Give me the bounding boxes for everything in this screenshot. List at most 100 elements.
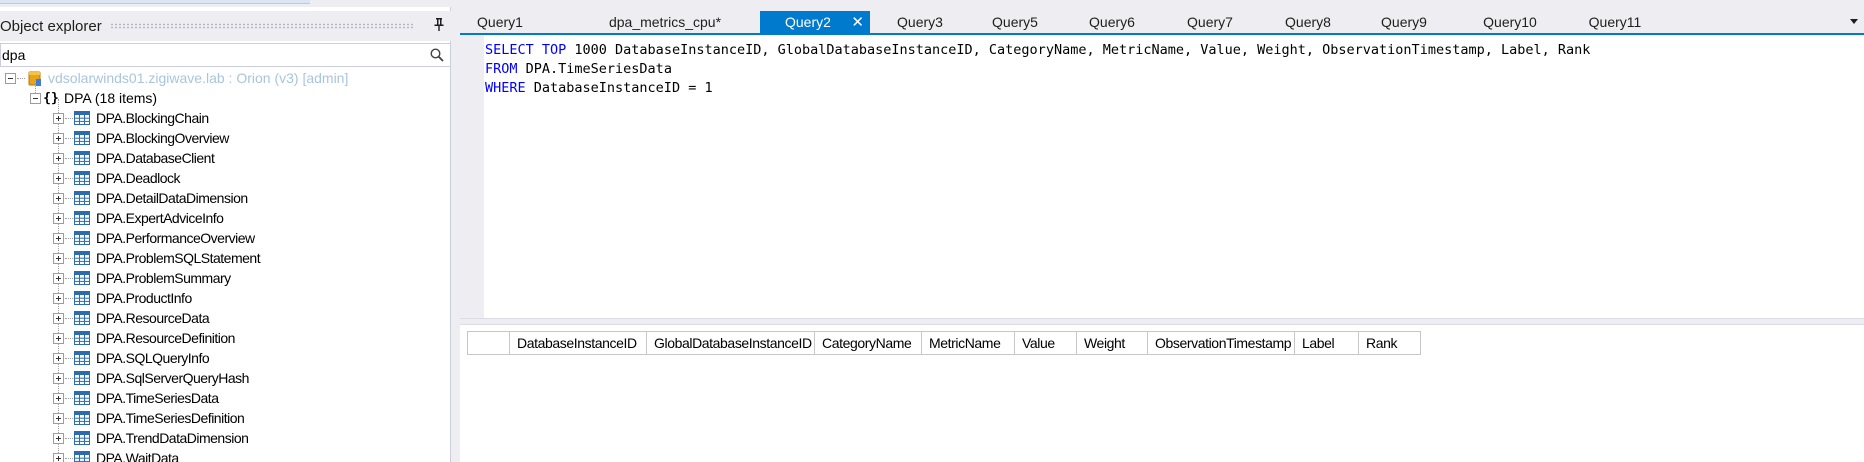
tree-node-table[interactable]: DPA.PerformanceOverview: [53, 228, 255, 248]
expand-toggle-icon[interactable]: [53, 452, 64, 462]
tree-node-table[interactable]: DPA.ResourceData: [53, 308, 210, 328]
horizontal-splitter[interactable]: [460, 318, 1864, 325]
tree-node-table[interactable]: DPA.ProblemSummary: [53, 268, 231, 288]
object-explorer-title: Object explorer: [0, 17, 102, 35]
table-icon: [74, 391, 90, 405]
code-line-3: WHERE DatabaseInstanceID = 1: [485, 80, 713, 96]
column-header[interactable]: DatabaseInstanceID: [510, 332, 647, 354]
tree-connector: [65, 437, 73, 439]
tree-node-server[interactable]: vdsolarwinds01.zigiwave.lab : Orion (v3)…: [5, 68, 348, 88]
column-header[interactable]: Value: [1015, 332, 1077, 354]
tree-connector: [65, 137, 73, 139]
tab-label: Query11: [1588, 14, 1642, 30]
column-header[interactable]: MetricName: [922, 332, 1015, 354]
tab-query[interactable]: Query2 ✕: [760, 11, 870, 33]
object-explorer-header: Object explorer: [0, 11, 451, 41]
expand-toggle-icon[interactable]: [53, 152, 64, 164]
tree-connector: [65, 277, 73, 279]
tree-node-table[interactable]: DPA.ProblemSQLStatement: [53, 248, 261, 268]
table-node-label: DPA.DatabaseClient: [96, 150, 215, 166]
table-node-label: DPA.ResourceData: [96, 310, 210, 326]
header-grip[interactable]: [109, 23, 413, 29]
tab-query[interactable]: Query3: [880, 11, 960, 33]
column-header[interactable]: Rank: [1359, 332, 1420, 354]
table-icon: [74, 291, 90, 305]
collapse-toggle-icon[interactable]: [5, 72, 16, 84]
column-header[interactable]: Label: [1295, 332, 1359, 354]
expand-toggle-icon[interactable]: [53, 412, 64, 424]
explorer-search-box: [0, 43, 451, 67]
tab-query[interactable]: Query6: [1072, 11, 1152, 33]
query-code[interactable]: SELECT TOP 1000 DatabaseInstanceID, Glob…: [485, 41, 1590, 98]
tab-query[interactable]: Query5: [975, 11, 1055, 33]
expand-toggle-icon[interactable]: [53, 232, 64, 244]
expand-toggle-icon[interactable]: [53, 332, 64, 344]
tree-connector: [65, 197, 73, 199]
table-node-label: DPA.TrendDataDimension: [96, 430, 249, 446]
expand-toggle-icon[interactable]: [53, 132, 64, 144]
sql-text: DPA.TimeSeriesData: [517, 61, 672, 77]
tree-node-table[interactable]: DPA.ExpertAdviceInfo: [53, 208, 224, 228]
tab-query[interactable]: Query7: [1170, 11, 1250, 33]
top-selection-strip: [0, 0, 310, 4]
tree-node-namespace[interactable]: {} DPA (18 items): [30, 88, 157, 108]
expand-toggle-icon[interactable]: [53, 352, 64, 364]
table-node-label: DPA.BlockingChain: [96, 110, 209, 126]
tree-node-table[interactable]: DPA.Deadlock: [53, 168, 181, 188]
column-header[interactable]: Weight: [1077, 332, 1148, 354]
tree-node-table[interactable]: DPA.ResourceDefinition: [53, 328, 235, 348]
table-icon: [74, 331, 90, 345]
tab-query[interactable]: Query9: [1364, 11, 1444, 33]
table-icon: [74, 151, 90, 165]
tree-node-table[interactable]: DPA.SQLQueryInfo: [53, 348, 210, 368]
expand-toggle-icon[interactable]: [53, 272, 64, 284]
expand-toggle-icon[interactable]: [53, 432, 64, 444]
expand-toggle-icon[interactable]: [53, 112, 64, 124]
tab-query[interactable]: Query11: [1565, 11, 1665, 33]
tree-node-table[interactable]: DPA.BlockingOverview: [53, 128, 229, 148]
tree-node-table[interactable]: DPA.SqlServerQueryHash: [53, 368, 249, 388]
expand-toggle-icon[interactable]: [53, 392, 64, 404]
expand-toggle-icon[interactable]: [53, 172, 64, 184]
tab-query[interactable]: Query10: [1460, 11, 1560, 33]
code-line-1: SELECT TOP 1000 DatabaseInstanceID, Glob…: [485, 42, 1590, 58]
column-header[interactable]: ObservationTimestamp: [1148, 332, 1295, 354]
pin-icon[interactable]: [427, 18, 451, 34]
vertical-splitter[interactable]: [451, 7, 460, 462]
row-selector-header[interactable]: [468, 332, 510, 354]
close-tab-icon[interactable]: ✕: [851, 13, 864, 31]
table-icon: [74, 411, 90, 425]
tree-connector: [65, 357, 73, 359]
expand-toggle-icon[interactable]: [53, 192, 64, 204]
expand-toggle-icon[interactable]: [53, 312, 64, 324]
tab-query[interactable]: Query8: [1268, 11, 1348, 33]
tree-node-table[interactable]: DPA.WaitData: [53, 448, 179, 462]
table-icon: [74, 191, 90, 205]
tree-node-table[interactable]: DPA.TrendDataDimension: [53, 428, 249, 448]
tab-query[interactable]: Query1: [460, 11, 540, 33]
expand-toggle-icon[interactable]: [53, 212, 64, 224]
object-explorer-pane: Object explorer vdsolarwinds01.zigiwave.…: [0, 7, 451, 462]
table-node-label: DPA.ResourceDefinition: [96, 330, 235, 346]
tab-list-dropdown-icon[interactable]: [1850, 19, 1858, 24]
search-icon[interactable]: [428, 46, 446, 64]
tree-node-table[interactable]: DPA.TimeSeriesData: [53, 388, 219, 408]
tree-node-table[interactable]: DPA.ProductInfo: [53, 288, 192, 308]
column-header[interactable]: CategoryName: [815, 332, 922, 354]
table-icon: [74, 131, 90, 145]
editor-gutter: [460, 35, 484, 318]
collapse-toggle-icon[interactable]: [30, 92, 41, 104]
tree-node-table[interactable]: DPA.DatabaseClient: [53, 148, 215, 168]
expand-toggle-icon[interactable]: [53, 372, 64, 384]
explorer-search-input[interactable]: [1, 44, 421, 66]
expand-toggle-icon[interactable]: [53, 252, 64, 264]
query-editor[interactable]: SELECT TOP 1000 DatabaseInstanceID, Glob…: [460, 35, 1864, 318]
expand-toggle-icon[interactable]: [53, 292, 64, 304]
tab-label: Query8: [1285, 14, 1331, 30]
tree-node-table[interactable]: DPA.TimeSeriesDefinition: [53, 408, 245, 428]
tab-query[interactable]: dpa_metrics_cpu*: [590, 11, 740, 33]
column-header[interactable]: GlobalDatabaseInstanceID: [647, 332, 815, 354]
tree-connector: [65, 117, 73, 119]
tree-node-table[interactable]: DPA.DetailDataDimension: [53, 188, 248, 208]
tree-node-table[interactable]: DPA.BlockingChain: [53, 108, 209, 128]
